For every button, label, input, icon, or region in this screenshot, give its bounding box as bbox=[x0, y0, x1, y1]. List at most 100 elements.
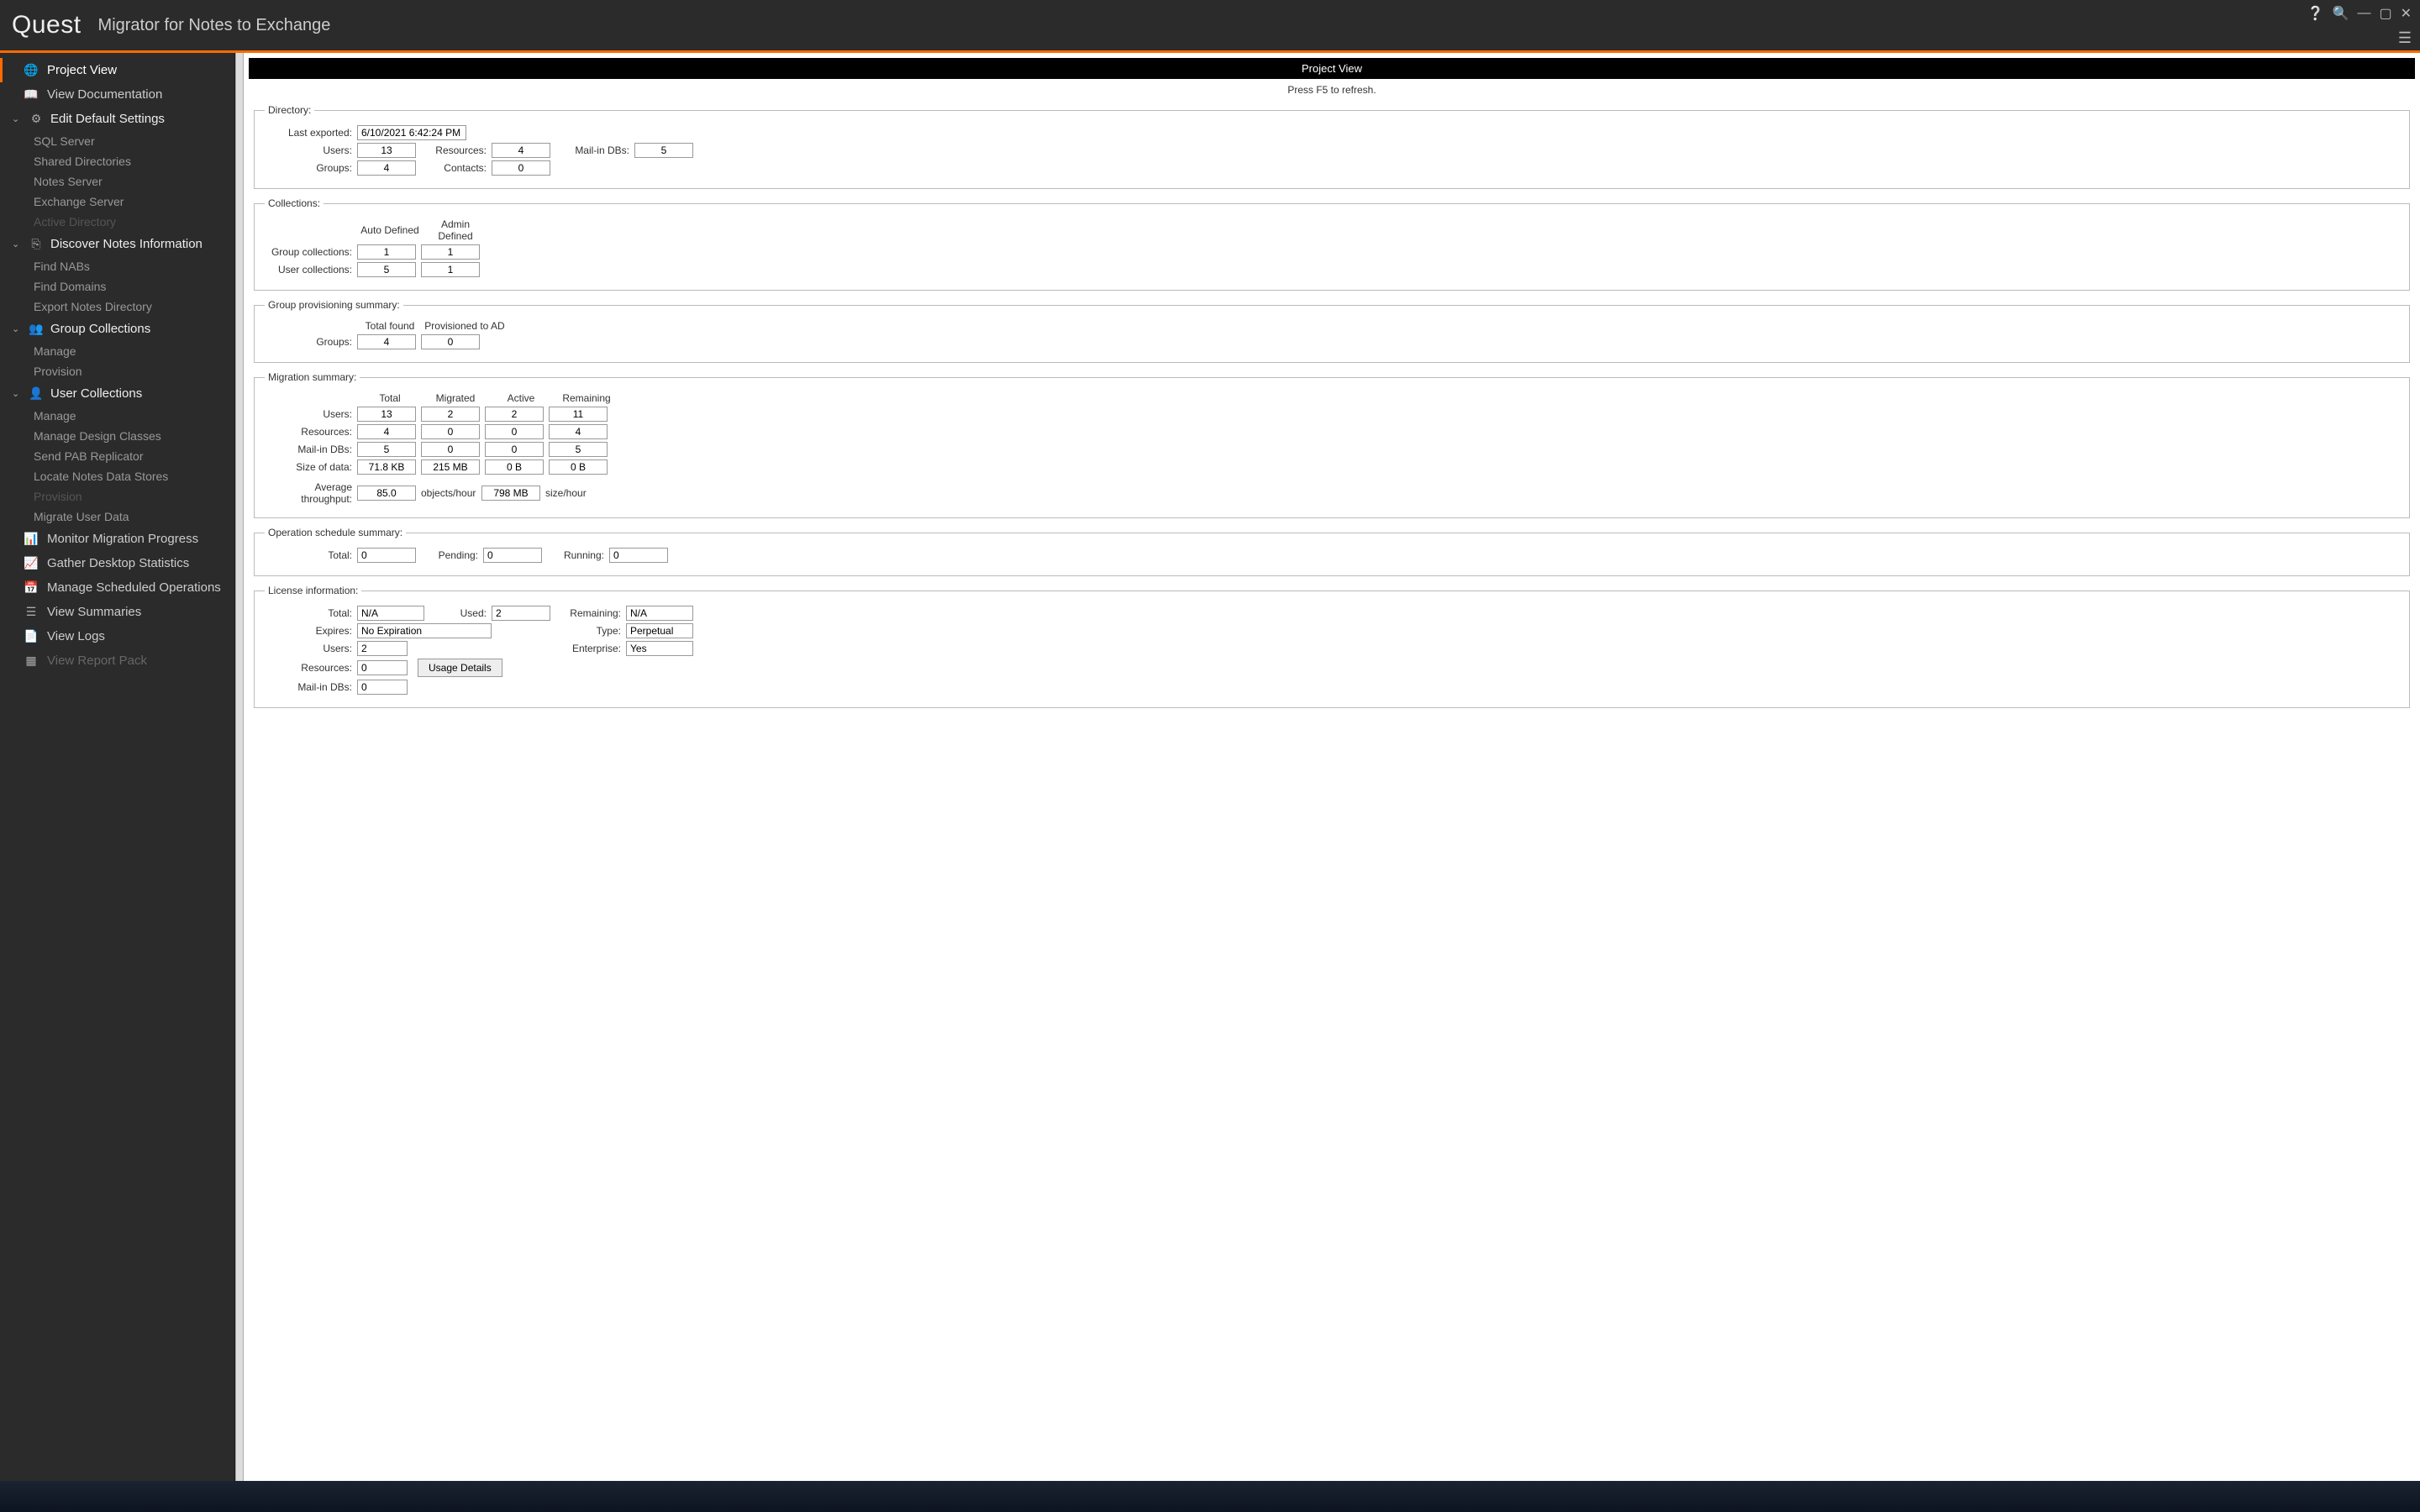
mailin-value: 5 bbox=[634, 143, 693, 158]
nav-find-domains[interactable]: Find Domains bbox=[0, 276, 234, 297]
h-active: Active bbox=[488, 392, 554, 404]
chevron-down-icon: ⌄ bbox=[12, 239, 22, 249]
mig-mailin-active: 0 bbox=[485, 442, 544, 457]
nav-shared-directories[interactable]: Shared Directories bbox=[0, 151, 234, 171]
group-auto-value: 1 bbox=[357, 244, 416, 260]
nav-label: User Collections bbox=[50, 386, 142, 401]
throughput-obj-unit: objects/hour bbox=[416, 487, 481, 499]
help-icon[interactable]: ❔ bbox=[2307, 5, 2324, 22]
nav-manage-scheduled[interactable]: 📅 Manage Scheduled Operations bbox=[0, 575, 234, 600]
mig-mailin-remaining: 5 bbox=[549, 442, 608, 457]
groups-prov-value: 0 bbox=[421, 334, 480, 349]
collections-group: Collections: Auto Defined Admin Defined … bbox=[254, 197, 2410, 291]
content: Project View Press F5 to refresh. Direct… bbox=[244, 53, 2420, 1481]
mig-res-active: 0 bbox=[485, 424, 544, 439]
nav-label: Monitor Migration Progress bbox=[47, 532, 198, 546]
brand-text: Quest bbox=[12, 11, 82, 39]
nav-gather-desktop[interactable]: 📈 Gather Desktop Statistics bbox=[0, 551, 234, 575]
nav-label: View Summaries bbox=[47, 605, 141, 619]
ops-pending-label: Pending: bbox=[416, 549, 483, 561]
throughput-size-unit: size/hour bbox=[540, 487, 592, 499]
last-exported-value: 6/10/2021 6:42:24 PM bbox=[357, 125, 466, 140]
total-found-header: Total found bbox=[357, 320, 423, 332]
user-admin-value: 1 bbox=[421, 262, 480, 277]
resources-label: Resources: bbox=[416, 144, 492, 156]
nav-export-notes-directory[interactable]: Export Notes Directory bbox=[0, 297, 234, 317]
nav-view-logs[interactable]: 📄 View Logs bbox=[0, 624, 234, 648]
nav-sql-server[interactable]: SQL Server bbox=[0, 131, 234, 151]
ops-total-value: 0 bbox=[357, 548, 416, 563]
nav-view-documentation[interactable]: 📖 View Documentation bbox=[0, 82, 234, 107]
mig-users-migrated: 2 bbox=[421, 407, 480, 422]
taskbar bbox=[0, 1481, 2420, 1512]
user-icon: 👤 bbox=[29, 386, 44, 401]
resources-value: 4 bbox=[492, 143, 550, 158]
nav-discover-notes[interactable]: ⌄ ⎘ Discover Notes Information bbox=[0, 232, 234, 256]
lic-remaining-label: Remaining: bbox=[550, 607, 626, 619]
directory-legend: Directory: bbox=[265, 104, 314, 116]
lic-resources-label: Resources: bbox=[265, 662, 357, 674]
admin-defined-header: Admin Defined bbox=[423, 218, 488, 242]
lic-resources-value: 0 bbox=[357, 660, 408, 675]
nav-project-view[interactable]: 🌐 Project View bbox=[0, 58, 234, 82]
mig-size-active: 0 B bbox=[485, 459, 544, 475]
minimize-icon[interactable]: — bbox=[2357, 6, 2370, 21]
search-icon[interactable]: 🔍 bbox=[2333, 5, 2349, 22]
refresh-hint: Press F5 to refresh. bbox=[244, 79, 2420, 104]
brand-logo: Quest bbox=[12, 11, 82, 39]
nav-label: Group Collections bbox=[50, 322, 150, 336]
nav-manage-design-classes[interactable]: Manage Design Classes bbox=[0, 426, 234, 446]
lic-mailin-value: 0 bbox=[357, 680, 408, 695]
nav-exchange-server[interactable]: Exchange Server bbox=[0, 192, 234, 212]
migration-summary-group: Migration summary: Total Migrated Active… bbox=[254, 371, 2410, 518]
nav-edit-default-settings[interactable]: ⌄ ⚙ Edit Default Settings bbox=[0, 107, 234, 131]
ops-pending-value: 0 bbox=[483, 548, 542, 563]
nav-view-summaries[interactable]: ☰ View Summaries bbox=[0, 600, 234, 624]
nav-find-nabs[interactable]: Find NABs bbox=[0, 256, 234, 276]
panel-title: Project View bbox=[249, 58, 2415, 79]
h-remaining: Remaining bbox=[554, 392, 619, 404]
nav-send-pab-replicator[interactable]: Send PAB Replicator bbox=[0, 446, 234, 466]
throughput-obj-value: 85.0 bbox=[357, 486, 416, 501]
nav-group-collections[interactable]: ⌄ 👥 Group Collections bbox=[0, 317, 234, 341]
chevron-down-icon: ⌄ bbox=[12, 113, 22, 124]
group-collections-label: Group collections: bbox=[265, 246, 357, 258]
monitor-icon: 📊 bbox=[24, 532, 39, 546]
maximize-icon[interactable]: ▢ bbox=[2379, 5, 2391, 22]
menu-icon[interactable]: ☰ bbox=[2398, 29, 2412, 47]
gear-icon: ⚙ bbox=[29, 112, 44, 126]
lic-remaining-value: N/A bbox=[626, 606, 693, 621]
book-icon: 📖 bbox=[24, 87, 39, 102]
mig-size-migrated: 215 MB bbox=[421, 459, 480, 475]
nav-user-manage[interactable]: Manage bbox=[0, 406, 234, 426]
ops-running-label: Running: bbox=[542, 549, 609, 561]
stats-icon: 📈 bbox=[24, 556, 39, 570]
nav-group-provision[interactable]: Provision bbox=[0, 361, 234, 381]
mailin-label: Mail-in DBs: bbox=[550, 144, 634, 156]
mig-users-remaining: 11 bbox=[549, 407, 608, 422]
nav-locate-notes-data-stores[interactable]: Locate Notes Data Stores bbox=[0, 466, 234, 486]
mig-res-remaining: 4 bbox=[549, 424, 608, 439]
nav-label: View Report Pack bbox=[47, 654, 147, 668]
globe-icon: 🌐 bbox=[24, 63, 39, 77]
chevron-down-icon: ⌄ bbox=[12, 388, 22, 399]
nav-user-collections[interactable]: ⌄ 👤 User Collections bbox=[0, 381, 234, 406]
nav-monitor-migration[interactable]: 📊 Monitor Migration Progress bbox=[0, 527, 234, 551]
last-exported-label: Last exported: bbox=[265, 127, 357, 139]
mig-res-total: 4 bbox=[357, 424, 416, 439]
usage-details-button[interactable]: Usage Details bbox=[418, 659, 502, 677]
groups-label: Groups: bbox=[265, 336, 357, 348]
lic-type-label: Type: bbox=[492, 625, 626, 637]
nav-migrate-user-data[interactable]: Migrate User Data bbox=[0, 507, 234, 527]
close-icon[interactable]: ✕ bbox=[2401, 5, 2412, 22]
throughput-size-value: 798 MB bbox=[481, 486, 540, 501]
ops-total-label: Total: bbox=[265, 549, 357, 561]
groups-total-value: 4 bbox=[357, 334, 416, 349]
provisioned-header: Provisioned to AD bbox=[423, 320, 507, 332]
list-icon: ☰ bbox=[24, 605, 39, 619]
nav-notes-server[interactable]: Notes Server bbox=[0, 171, 234, 192]
nav-group-manage[interactable]: Manage bbox=[0, 341, 234, 361]
lic-users-label: Users: bbox=[265, 643, 357, 654]
chevron-down-icon: ⌄ bbox=[12, 323, 22, 334]
splitter[interactable] bbox=[235, 53, 244, 1481]
